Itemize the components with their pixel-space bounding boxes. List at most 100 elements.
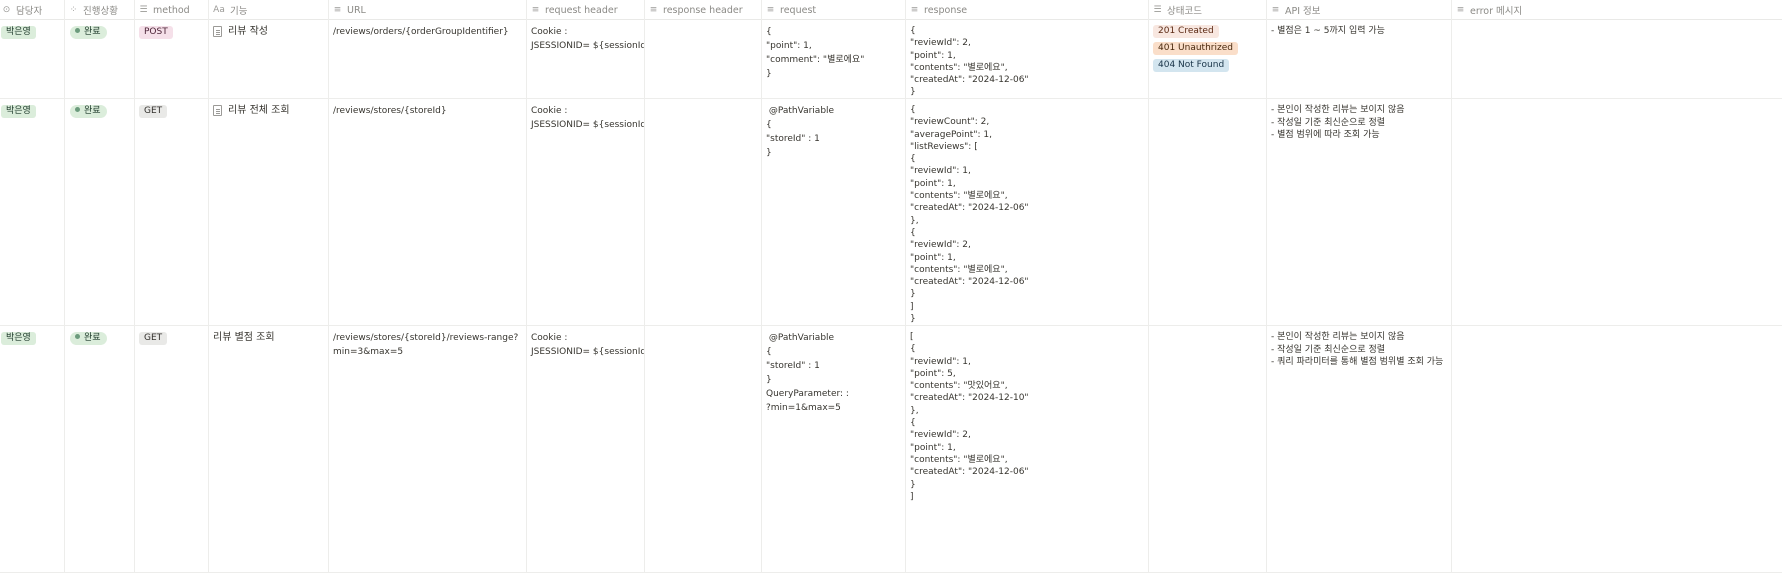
column-header-label: response bbox=[924, 4, 968, 16]
text-line: "reviewId": 1, bbox=[910, 166, 971, 177]
url-cell[interactable]: /reviews/stores/{storeId}/reviews-range?… bbox=[328, 326, 526, 573]
table-row[interactable]: 박은영 완료 GET 리뷰 전체 조회/reviews/stores/{storeId… bbox=[0, 99, 1782, 326]
error-message-cell[interactable] bbox=[1451, 99, 1782, 326]
assignee-tag: 박은영 bbox=[1, 105, 36, 118]
text-line: /reviews/orders/{orderGroupIdentifier} bbox=[333, 27, 509, 37]
api-info-cell[interactable]: - 별점은 1 ~ 5까지 입력 가능 bbox=[1266, 20, 1451, 99]
page-icon bbox=[213, 105, 222, 116]
column-header-label: method bbox=[153, 4, 190, 16]
url-cell[interactable]: /reviews/stores/{storeId} bbox=[328, 99, 526, 326]
status-dot-icon bbox=[75, 334, 80, 339]
text-line: }, bbox=[910, 215, 919, 226]
column-header-label: error 메시지 bbox=[1470, 6, 1523, 17]
status-label: 완료 bbox=[84, 106, 101, 116]
column-header-label: API 정보 bbox=[1285, 6, 1321, 17]
status-cell[interactable]: 완료 bbox=[64, 20, 134, 99]
request-header-cell[interactable]: Cookie : JSESSIONID= ${sessionId} bbox=[526, 20, 644, 99]
text-line: ] bbox=[910, 301, 914, 312]
text-line: { bbox=[766, 120, 772, 130]
column-header-4[interactable]: ≡ URL bbox=[328, 0, 526, 20]
text-line: { bbox=[766, 27, 772, 37]
list-icon: ☰ bbox=[139, 5, 148, 15]
text-line: "point": 1, bbox=[910, 442, 956, 453]
text-line: } bbox=[910, 314, 916, 325]
column-header-10[interactable]: ≡ API 정보 bbox=[1266, 0, 1451, 20]
request-cell[interactable]: @PathVariable {"storeId" : 1} bbox=[761, 99, 905, 326]
assignee-tag: 박은영 bbox=[1, 26, 36, 39]
status-tag: 완료 bbox=[70, 105, 107, 118]
text-line: "contents": "별로에요", bbox=[910, 191, 1008, 202]
status-cell[interactable]: 완료 bbox=[64, 99, 134, 326]
page-icon bbox=[213, 26, 222, 37]
feature-cell[interactable]: 리뷰 작성 bbox=[208, 20, 328, 99]
response-header-cell[interactable] bbox=[644, 99, 761, 326]
text-line: - 작성일 기준 최신순으로 정렬 bbox=[1271, 117, 1386, 128]
response-cell[interactable]: [{"reviewId": 1, "point": 5, "contents": "… bbox=[905, 326, 1148, 573]
column-header-7[interactable]: ≡ request bbox=[761, 0, 905, 20]
assignee-cell[interactable]: 박은영 bbox=[0, 20, 64, 99]
text-line: "contents": "별로에요", bbox=[910, 264, 1008, 275]
feature-cell[interactable]: 리뷰 별점 조회 bbox=[208, 326, 328, 573]
request-cell[interactable]: @PathVariable {"storeId" : 1} QueryParamet… bbox=[761, 326, 905, 573]
column-header-2[interactable]: ☰ method bbox=[134, 0, 208, 20]
text-line: } bbox=[766, 69, 772, 79]
request-header-cell[interactable]: Cookie : JSESSIONID= ${sessionId} bbox=[526, 326, 644, 573]
api-info-cell[interactable]: - 본인이 작성한 리뷰는 보이지 않음 - 작성일 기준 최신순으로 정렬 - 별… bbox=[1266, 99, 1451, 326]
column-header-6[interactable]: ≡ response header bbox=[644, 0, 761, 20]
text-line: "createdAt": "2024-12-06" bbox=[910, 75, 1029, 86]
column-header-1[interactable]: ⁘ 진행상황 bbox=[64, 0, 134, 20]
text-line: ?min=1&max=5 bbox=[766, 403, 841, 413]
method-tag: GET bbox=[139, 332, 168, 345]
feature-cell[interactable]: 리뷰 전체 조회 bbox=[208, 99, 328, 326]
text-line: "storeId" : 1 bbox=[766, 134, 820, 144]
column-header-11[interactable]: ≡ error 메시지 bbox=[1451, 0, 1782, 20]
feature-title[interactable]: 리뷰 별점 조회 bbox=[213, 331, 275, 345]
status-codes-cell[interactable] bbox=[1148, 326, 1266, 573]
text-line: Cookie : bbox=[531, 333, 568, 343]
url-cell[interactable]: /reviews/orders/{orderGroupIdentifier} bbox=[328, 20, 526, 99]
error-message-cell[interactable] bbox=[1451, 20, 1782, 99]
assignee-cell[interactable]: 박은영 bbox=[0, 326, 64, 573]
text-line: "storeId" : 1 bbox=[766, 361, 820, 371]
error-message-cell[interactable] bbox=[1451, 326, 1782, 573]
column-header-8[interactable]: ≡ response bbox=[905, 0, 1148, 20]
table-row[interactable]: 박은영 완료 GET 리뷰 별점 조회/reviews/stores/{storeId… bbox=[0, 326, 1782, 573]
request-cell[interactable]: {"point": 1, "comment": "별로에요"} bbox=[761, 20, 905, 99]
text-line: /reviews/stores/{storeId}/reviews-range? bbox=[333, 333, 519, 343]
text-lines-icon: ≡ bbox=[766, 5, 775, 15]
request-header-cell[interactable]: Cookie : JSESSIONID= ${sessionId} bbox=[526, 99, 644, 326]
status-codes-cell[interactable] bbox=[1148, 99, 1266, 326]
method-cell[interactable]: GET bbox=[134, 99, 208, 326]
text-lines-icon: ≡ bbox=[910, 5, 919, 15]
method-cell[interactable]: POST bbox=[134, 20, 208, 99]
method-cell[interactable]: GET bbox=[134, 326, 208, 573]
status-label: 완료 bbox=[84, 333, 101, 343]
api-spec-table: ⊙ 담당자 ⁘ 진행상황 ☰ method Aa 기능 ≡ URL ≡ request header ≡… bbox=[0, 0, 1782, 573]
text-line: min=3&max=5 bbox=[333, 347, 404, 357]
column-header-9[interactable]: ☰ 상태코드 bbox=[1148, 0, 1266, 20]
column-header-5[interactable]: ≡ request header bbox=[526, 0, 644, 20]
text-line: @PathVariable bbox=[766, 333, 835, 343]
status-tag: 완료 bbox=[70, 332, 107, 345]
feature-title[interactable]: 리뷰 작성 bbox=[228, 25, 268, 39]
status-spinner-icon: ⁘ bbox=[69, 5, 78, 15]
text-line: { bbox=[766, 347, 772, 357]
column-header-3[interactable]: Aa 기능 bbox=[208, 0, 328, 20]
response-cell[interactable]: {"reviewId": 2, "point": 1, "contents": "별… bbox=[905, 20, 1148, 99]
text-line: @PathVariable bbox=[766, 106, 835, 116]
status-cell[interactable]: 완료 bbox=[64, 326, 134, 573]
text-line: "createdAt": "2024-12-06" bbox=[910, 277, 1029, 288]
feature-title[interactable]: 리뷰 전체 조회 bbox=[228, 104, 290, 118]
response-header-cell[interactable] bbox=[644, 326, 761, 573]
response-cell[interactable]: {"reviewCount": 2, "averagePoint": 1, "lis… bbox=[905, 99, 1148, 326]
text-line: "reviewId": 2, bbox=[910, 430, 971, 441]
api-info-cell[interactable]: - 본인이 작성한 리뷰는 보이지 않음 - 작성일 기준 최신순으로 정렬 - 쿼… bbox=[1266, 326, 1451, 573]
table-row[interactable]: 박은영 완료 POST 리뷰 작성/reviews/orders/{orderGrou… bbox=[0, 20, 1782, 99]
response-header-cell[interactable] bbox=[644, 20, 761, 99]
text-line: "contents": "별로에요", bbox=[910, 62, 1008, 73]
assignee-cell[interactable]: 박은영 bbox=[0, 99, 64, 326]
column-header-label: 담당자 bbox=[16, 6, 43, 17]
status-codes-cell[interactable]: 201 Created 401 Unauthrized 404 Not Found bbox=[1148, 20, 1266, 99]
text-line: { bbox=[910, 344, 916, 355]
column-header-0[interactable]: ⊙ 담당자 bbox=[0, 0, 64, 20]
